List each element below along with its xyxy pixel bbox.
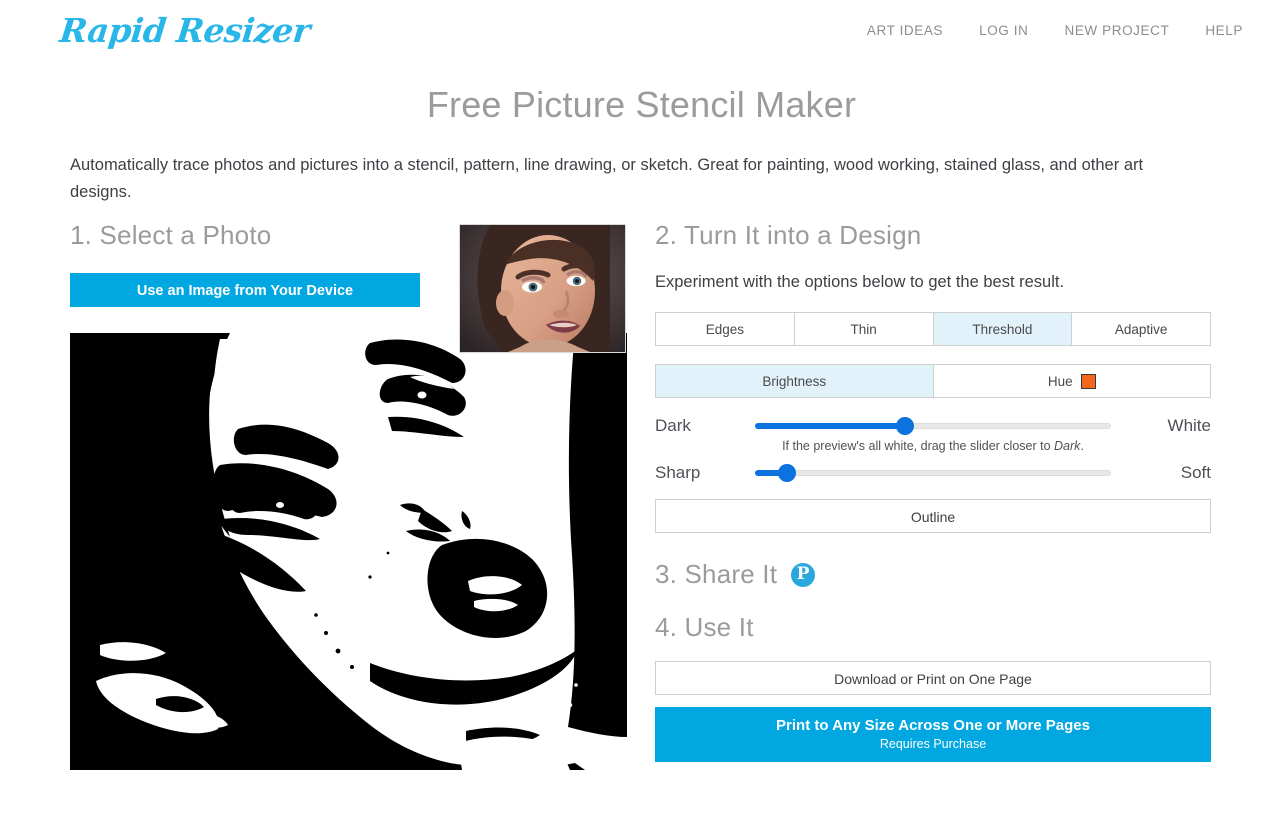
hint-text-emphasis: Dark	[1054, 439, 1081, 453]
step3-heading-row: 3. Share It P	[655, 559, 1211, 590]
main-content: 1. Select a Photo Use an Image from Your…	[0, 220, 1283, 770]
right-column: 2. Turn It into a Design Experiment with…	[655, 220, 1211, 762]
sharpness-slider-track[interactable]	[755, 470, 1111, 476]
hue-color-swatch-icon[interactable]	[1080, 373, 1096, 389]
sharpness-slider-right-label: Soft	[1180, 463, 1211, 482]
outline-button[interactable]: Outline	[655, 499, 1211, 533]
tab-hue-label: Hue	[1047, 373, 1073, 389]
tab-brightness[interactable]: Brightness	[656, 365, 934, 397]
stencil-artwork-icon	[70, 333, 627, 770]
step3-heading: 3. Share It	[655, 559, 778, 589]
site-logo[interactable]: Rapid Resizer	[58, 11, 312, 50]
sharpness-slider[interactable]	[755, 463, 1111, 483]
download-or-print-button[interactable]: Download or Print on One Page	[655, 661, 1211, 695]
brightness-slider[interactable]	[755, 416, 1111, 436]
nav-item-art-ideas[interactable]: ART IDEAS	[867, 23, 943, 38]
use-image-from-device-button[interactable]: Use an Image from Your Device	[70, 273, 420, 307]
sharpness-slider-row: Sharp Soft	[655, 463, 1211, 483]
stencil-preview-image[interactable]	[70, 333, 627, 770]
page-intro-text: Automatically trace photos and pictures …	[70, 156, 1144, 201]
nav-item-new-project[interactable]: NEW PROJECT	[1064, 23, 1169, 38]
tab-threshold[interactable]: Threshold	[933, 313, 1073, 345]
pinterest-share-icon[interactable]: P	[791, 562, 816, 587]
print-any-size-label: Print to Any Size Across One or More Pag…	[776, 717, 1090, 734]
tab-hue[interactable]: Hue	[933, 365, 1210, 397]
step2-heading: 2. Turn It into a Design	[655, 220, 922, 250]
tab-thin[interactable]: Thin	[794, 313, 934, 345]
mode-tab-group: Edges Thin Threshold Adaptive	[655, 312, 1211, 346]
brightness-slider-left-label: Dark	[655, 416, 691, 435]
portrait-photo-icon	[460, 225, 625, 352]
main-navigation: ART IDEAS LOG IN NEW PROJECT HELP	[867, 23, 1243, 38]
left-column: 1. Select a Photo Use an Image from Your…	[70, 220, 635, 770]
brightness-slider-row: Dark White	[655, 416, 1211, 436]
nav-item-log-in[interactable]: LOG IN	[979, 23, 1028, 38]
sharpness-slider-left-label: Sharp	[655, 463, 701, 482]
tab-edges[interactable]: Edges	[656, 313, 795, 345]
brightness-slider-fill	[755, 423, 905, 429]
site-header: Rapid Resizer ART IDEAS LOG IN NEW PROJE…	[0, 0, 1283, 60]
brightness-slider-hint: If the preview's all white, drag the sli…	[655, 439, 1211, 453]
step4-heading: 4. Use It	[655, 612, 754, 642]
channel-tab-group: Brightness Hue	[655, 364, 1211, 398]
sharpness-slider-thumb[interactable]	[778, 464, 797, 482]
hint-text-after: .	[1080, 439, 1084, 453]
tab-adaptive[interactable]: Adaptive	[1072, 313, 1210, 345]
brightness-slider-thumb[interactable]	[895, 417, 914, 435]
brightness-slider-right-label: White	[1167, 416, 1211, 435]
print-any-size-button[interactable]: Print to Any Size Across One or More Pag…	[655, 707, 1211, 762]
requires-purchase-label: Requires Purchase	[879, 737, 987, 751]
source-photo-thumbnail[interactable]	[459, 224, 626, 353]
step2-subtitle: Experiment with the options below to get…	[655, 273, 1065, 291]
page-title: Free Picture Stencil Maker	[426, 84, 857, 125]
tab-brightness-label: Brightness	[762, 373, 827, 389]
nav-item-help[interactable]: HELP	[1205, 23, 1243, 38]
hint-text-before: If the preview's all white, drag the sli…	[782, 439, 1055, 453]
